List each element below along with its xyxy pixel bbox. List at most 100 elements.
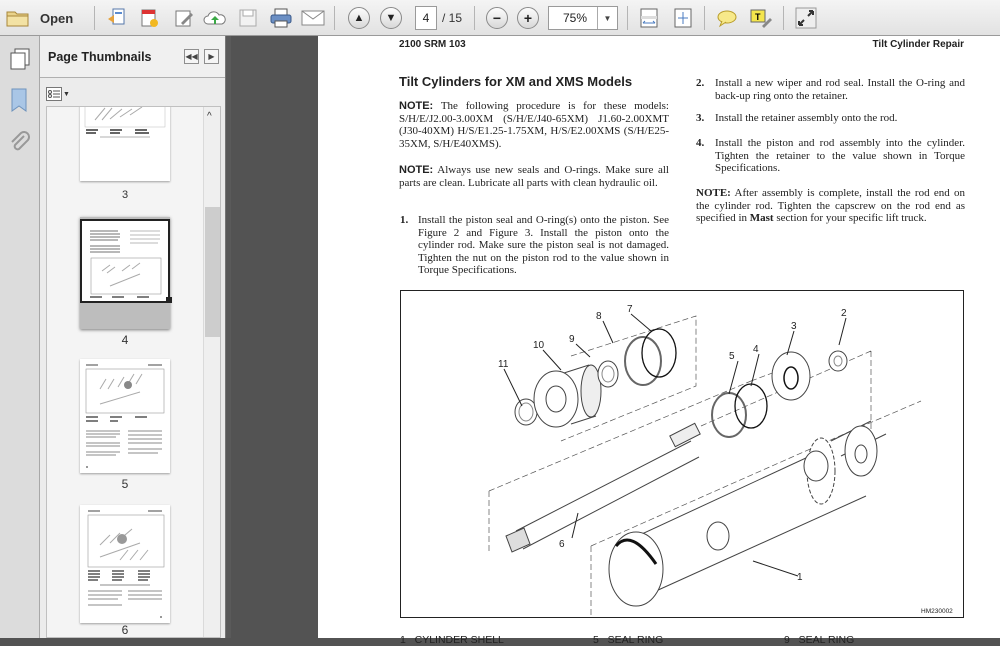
fullscreen-icon (795, 7, 817, 29)
legend-item: 5 SEAL RING (593, 634, 664, 646)
comment-button[interactable] (715, 6, 739, 30)
next-page-button[interactable]: ▼ (379, 6, 403, 30)
page-thumbnails-tab[interactable] (9, 48, 31, 75)
callout-3: 3 (791, 321, 797, 332)
page-number-input[interactable]: 4 (415, 6, 437, 30)
collapse-panel-button[interactable]: ◀◀ (184, 49, 199, 64)
thumbnail-label: 6 (121, 623, 129, 637)
pages-icon (10, 48, 30, 70)
thumbnail-options-button[interactable]: ▼ (46, 87, 70, 101)
panel-header: Page Thumbnails ◀◀ ▶ (40, 36, 225, 78)
page-preview (85, 364, 165, 468)
thumbnail-label: 3 (121, 189, 129, 201)
fit-width-icon (640, 8, 658, 28)
page-preview (90, 230, 162, 298)
step-text: Install the piston seal and O-ring(s) on… (418, 214, 669, 276)
thumbnail-scrollbar[interactable]: ^ (203, 107, 220, 637)
tilt-cylinder-exploded-diagram: 11 10 9 8 7 5 4 3 2 6 1 HM230002 (488, 304, 953, 621)
double-left-arrow-icon: ◀◀ (185, 52, 198, 61)
export-icon (141, 9, 158, 27)
edit-icon (175, 10, 193, 27)
callout-9: 9 (569, 334, 575, 345)
export-button[interactable] (137, 6, 161, 30)
step-text: Install the retainer assembly onto the r… (715, 112, 898, 124)
bookmarks-tab[interactable] (10, 88, 28, 117)
navigation-pane-strip (0, 36, 40, 638)
zoom-in-button[interactable]: + (516, 6, 540, 30)
cloud-upload-button[interactable] (203, 6, 227, 30)
thumbnail-list: 3 4 5 6 ^ (46, 106, 221, 638)
zoom-dropdown-icon[interactable]: ▼ (597, 7, 617, 29)
callout-labels: 11 10 9 8 7 5 4 3 2 6 1 (498, 304, 847, 583)
callout-11: 11 (498, 359, 509, 370)
save-button[interactable] (236, 6, 260, 30)
email-button[interactable] (300, 6, 326, 30)
save-icon (239, 9, 257, 27)
open-button[interactable]: Open (6, 6, 76, 30)
page-header-right: Tilt Cylinder Repair (872, 39, 964, 50)
fit-page-button[interactable] (672, 6, 694, 30)
callout-8: 8 (596, 311, 602, 322)
callout-4: 4 (753, 344, 759, 355)
step-number: 1. (400, 214, 409, 226)
comment-icon (717, 10, 737, 28)
page-total: / 15 (442, 11, 463, 25)
thumbnail-page-4[interactable] (80, 217, 172, 329)
thumbnail-page-5[interactable] (80, 359, 170, 473)
document-page: 2100 SRM 103 Tilt Cylinder Repair Tilt C… (318, 36, 1000, 646)
panel-splitter[interactable] (225, 36, 231, 638)
fullscreen-button[interactable] (794, 6, 818, 30)
page-header-left: 2100 SRM 103 (399, 39, 466, 50)
legend-item: 1 CYLINDER SHELL (400, 634, 504, 646)
step-text: Install a new wiper and rod seal. Instal… (715, 77, 965, 102)
step-number: 3. (696, 112, 705, 124)
current-view-frame[interactable] (80, 219, 170, 303)
figure-code: HM230002 (921, 608, 953, 615)
thumbnail-page-3[interactable] (80, 107, 170, 181)
legend-item: 9 SEAL RING (784, 634, 855, 646)
note-seals: NOTE: Always use new seals and O-rings. … (399, 164, 669, 189)
print-icon (270, 8, 292, 28)
paperclip-icon (11, 131, 30, 151)
thumbnails-panel: Page Thumbnails ◀◀ ▶ ▼ 3 4 5 6 ^ (40, 36, 225, 638)
open-label: Open (40, 10, 74, 26)
zoom-value: 75% (563, 11, 588, 25)
svg-text:T: T (755, 12, 761, 22)
scrollbar-thumb[interactable] (205, 207, 220, 337)
next-page-icon: ▼ (380, 7, 402, 29)
fit-width-button[interactable] (638, 6, 660, 30)
edit-button[interactable] (172, 6, 196, 30)
thumbnail-label: 4 (121, 333, 129, 347)
thumbnail-page-6[interactable] (80, 505, 170, 623)
expand-panel-button[interactable]: ▶ (204, 49, 219, 64)
email-icon (301, 10, 325, 26)
options-menu-icon (46, 87, 62, 101)
scroll-up-icon[interactable]: ^ (207, 111, 212, 122)
highlight-icon: T (750, 9, 772, 28)
zoom-select[interactable]: 75% ▼ (548, 6, 618, 30)
cloud-upload-icon (203, 11, 226, 25)
page-preview (84, 107, 166, 138)
note-assembly: NOTE: After assembly is complete, instal… (696, 187, 965, 224)
callout-1: 1 (797, 572, 803, 583)
zoom-out-icon: − (486, 7, 508, 29)
bookmark-icon (11, 88, 27, 112)
attachments-tab[interactable] (8, 130, 30, 159)
exploded-diagram-figure: 11 10 9 8 7 5 4 3 2 6 1 HM230002 (400, 290, 964, 621)
thumbnail-label: 5 (121, 477, 129, 491)
callout-6: 6 (559, 539, 565, 550)
note-models: NOTE: The following procedure is for the… (399, 100, 669, 150)
step-text: Install the piston and rod assembly into… (715, 137, 965, 174)
zoom-out-button[interactable]: − (485, 6, 509, 30)
section-title: Tilt Cylinders for XM and XMS Models (399, 74, 633, 89)
step-number: 4. (696, 137, 705, 149)
highlight-button[interactable]: T (749, 6, 773, 30)
resize-handle[interactable] (166, 297, 172, 303)
callout-7: 7 (627, 304, 633, 315)
callout-10: 10 (533, 340, 545, 351)
print-button[interactable] (268, 6, 294, 30)
create-pdf-button[interactable] (104, 6, 128, 30)
zoom-in-icon: + (517, 7, 539, 29)
step-number: 2. (696, 77, 705, 89)
prev-page-button[interactable]: ▲ (347, 6, 371, 30)
